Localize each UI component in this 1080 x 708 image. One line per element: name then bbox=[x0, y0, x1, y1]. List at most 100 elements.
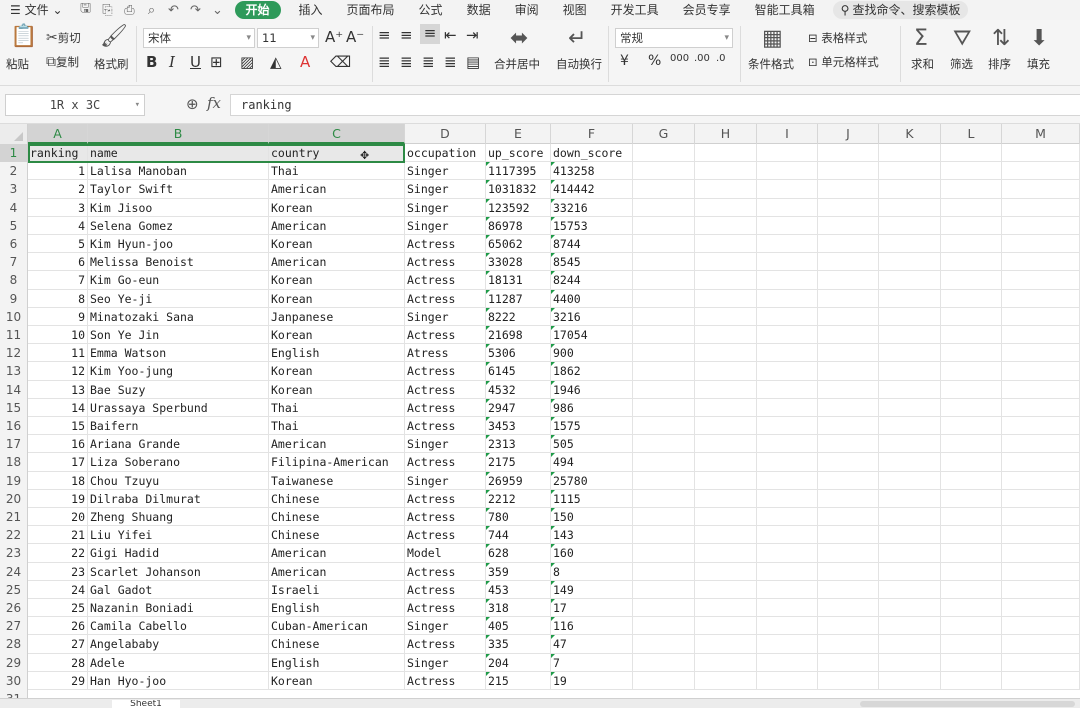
empty-cell[interactable] bbox=[818, 289, 879, 308]
empty-cell[interactable] bbox=[879, 671, 941, 690]
align-middle-icon[interactable]: ≡ bbox=[400, 26, 413, 44]
conditional-format-icon[interactable]: ▦ bbox=[762, 28, 783, 50]
table-cell[interactable]: 215 bbox=[486, 671, 551, 690]
row-header[interactable]: 10 bbox=[0, 307, 28, 326]
table-cell[interactable]: Korean bbox=[269, 198, 405, 217]
table-cell[interactable]: Thai bbox=[269, 417, 405, 436]
table-cell[interactable]: Gigi Hadid bbox=[88, 544, 269, 563]
table-cell[interactable]: Liza Soberano bbox=[88, 453, 269, 472]
command-search[interactable]: ⚲ 查找命令、搜索模板 bbox=[832, 1, 969, 19]
empty-cell[interactable] bbox=[941, 599, 1002, 618]
table-cell[interactable]: 318 bbox=[486, 599, 551, 618]
sum-button[interactable]: 求和 bbox=[911, 56, 934, 72]
empty-cell[interactable] bbox=[879, 617, 941, 636]
row-header[interactable]: 18 bbox=[0, 453, 28, 472]
row-header[interactable]: 6 bbox=[0, 235, 28, 254]
empty-cell[interactable] bbox=[818, 580, 879, 599]
table-cell[interactable]: 900 bbox=[551, 344, 633, 363]
table-cell[interactable]: English bbox=[269, 599, 405, 618]
menu-tab[interactable]: 数据 bbox=[455, 0, 503, 20]
row-header[interactable]: 12 bbox=[0, 344, 28, 363]
empty-cell[interactable] bbox=[1002, 526, 1080, 545]
row-header[interactable]: 22 bbox=[0, 526, 28, 545]
table-cell[interactable]: 5306 bbox=[486, 344, 551, 363]
row-header[interactable]: 8 bbox=[0, 271, 28, 290]
copy-button[interactable]: ⧉复制 bbox=[46, 54, 79, 70]
empty-cell[interactable] bbox=[757, 635, 818, 654]
italic-icon[interactable]: I bbox=[169, 53, 175, 71]
row-header[interactable]: 4 bbox=[0, 198, 28, 217]
empty-cell[interactable] bbox=[1002, 435, 1080, 454]
empty-cell[interactable] bbox=[1002, 544, 1080, 563]
align-center-icon[interactable]: ≣ bbox=[400, 53, 413, 71]
table-cell[interactable]: 19 bbox=[28, 489, 88, 508]
table-cell[interactable]: 14 bbox=[28, 398, 88, 417]
empty-cell[interactable] bbox=[757, 235, 818, 254]
empty-cell[interactable] bbox=[1002, 362, 1080, 381]
empty-cell[interactable] bbox=[941, 326, 1002, 345]
empty-cell[interactable] bbox=[879, 635, 941, 654]
empty-cell[interactable] bbox=[633, 653, 695, 672]
empty-cell[interactable] bbox=[633, 417, 695, 436]
increase-font-icon[interactable]: A⁺ bbox=[325, 28, 343, 46]
empty-cell[interactable] bbox=[941, 508, 1002, 527]
empty-cell[interactable] bbox=[941, 362, 1002, 381]
empty-cell[interactable] bbox=[633, 180, 695, 199]
table-cell[interactable]: Actress bbox=[405, 635, 486, 654]
empty-cell[interactable] bbox=[941, 289, 1002, 308]
table-cell[interactable]: Chinese bbox=[269, 526, 405, 545]
column-header[interactable]: F bbox=[551, 124, 633, 144]
table-cell[interactable]: Actress bbox=[405, 562, 486, 581]
table-cell[interactable]: 11 bbox=[28, 344, 88, 363]
table-cell[interactable]: 8 bbox=[551, 562, 633, 581]
table-cell[interactable]: 986 bbox=[551, 398, 633, 417]
empty-cell[interactable] bbox=[1002, 307, 1080, 326]
empty-cell[interactable] bbox=[1002, 580, 1080, 599]
empty-cell[interactable] bbox=[879, 599, 941, 618]
column-header[interactable]: K bbox=[879, 124, 941, 144]
empty-cell[interactable] bbox=[757, 617, 818, 636]
table-cell[interactable]: 2 bbox=[28, 180, 88, 199]
empty-cell[interactable] bbox=[818, 453, 879, 472]
row-header[interactable]: 28 bbox=[0, 635, 28, 654]
empty-cell[interactable] bbox=[1002, 417, 1080, 436]
row-header[interactable]: 3 bbox=[0, 180, 28, 199]
table-cell[interactable]: Singer bbox=[405, 198, 486, 217]
table-cell[interactable]: Singer bbox=[405, 653, 486, 672]
clear-format-icon[interactable]: ⌫ bbox=[330, 53, 351, 71]
row-header[interactable]: 7 bbox=[0, 253, 28, 272]
empty-cell[interactable] bbox=[633, 599, 695, 618]
header-cell[interactable]: occupation bbox=[405, 144, 486, 163]
row-header[interactable]: 29 bbox=[0, 653, 28, 672]
empty-cell[interactable] bbox=[818, 653, 879, 672]
row-header[interactable]: 26 bbox=[0, 599, 28, 618]
empty-cell[interactable] bbox=[818, 144, 879, 163]
empty-cell[interactable] bbox=[757, 526, 818, 545]
column-header[interactable]: A bbox=[28, 124, 88, 144]
table-cell[interactable]: 204 bbox=[486, 653, 551, 672]
empty-cell[interactable] bbox=[879, 398, 941, 417]
empty-cell[interactable] bbox=[941, 235, 1002, 254]
empty-cell[interactable] bbox=[1002, 617, 1080, 636]
table-cell[interactable]: 22 bbox=[28, 544, 88, 563]
empty-cell[interactable] bbox=[757, 307, 818, 326]
row-header[interactable]: 30 bbox=[0, 671, 28, 690]
table-cell[interactable]: Chinese bbox=[269, 635, 405, 654]
table-cell[interactable]: Chou Tzuyu bbox=[88, 471, 269, 490]
empty-cell[interactable] bbox=[818, 544, 879, 563]
table-cell[interactable]: 13 bbox=[28, 380, 88, 399]
empty-cell[interactable] bbox=[941, 162, 1002, 181]
empty-cell[interactable] bbox=[1002, 326, 1080, 345]
empty-cell[interactable] bbox=[818, 326, 879, 345]
format-painter-icon[interactable]: 🖌 bbox=[100, 26, 128, 48]
table-cell[interactable]: 1117395 bbox=[486, 162, 551, 181]
font-color-icon[interactable]: A bbox=[300, 53, 310, 71]
increase-decimal-icon[interactable]: .00 bbox=[694, 53, 710, 64]
empty-cell[interactable] bbox=[633, 216, 695, 235]
empty-cell[interactable] bbox=[757, 144, 818, 163]
table-cell[interactable]: Thai bbox=[269, 398, 405, 417]
table-cell[interactable]: 29 bbox=[28, 671, 88, 690]
empty-cell[interactable] bbox=[941, 580, 1002, 599]
file-menu[interactable]: ☰ 文件 ⌄ bbox=[0, 0, 75, 20]
wrap-text-icon[interactable]: ↵ bbox=[568, 28, 586, 50]
